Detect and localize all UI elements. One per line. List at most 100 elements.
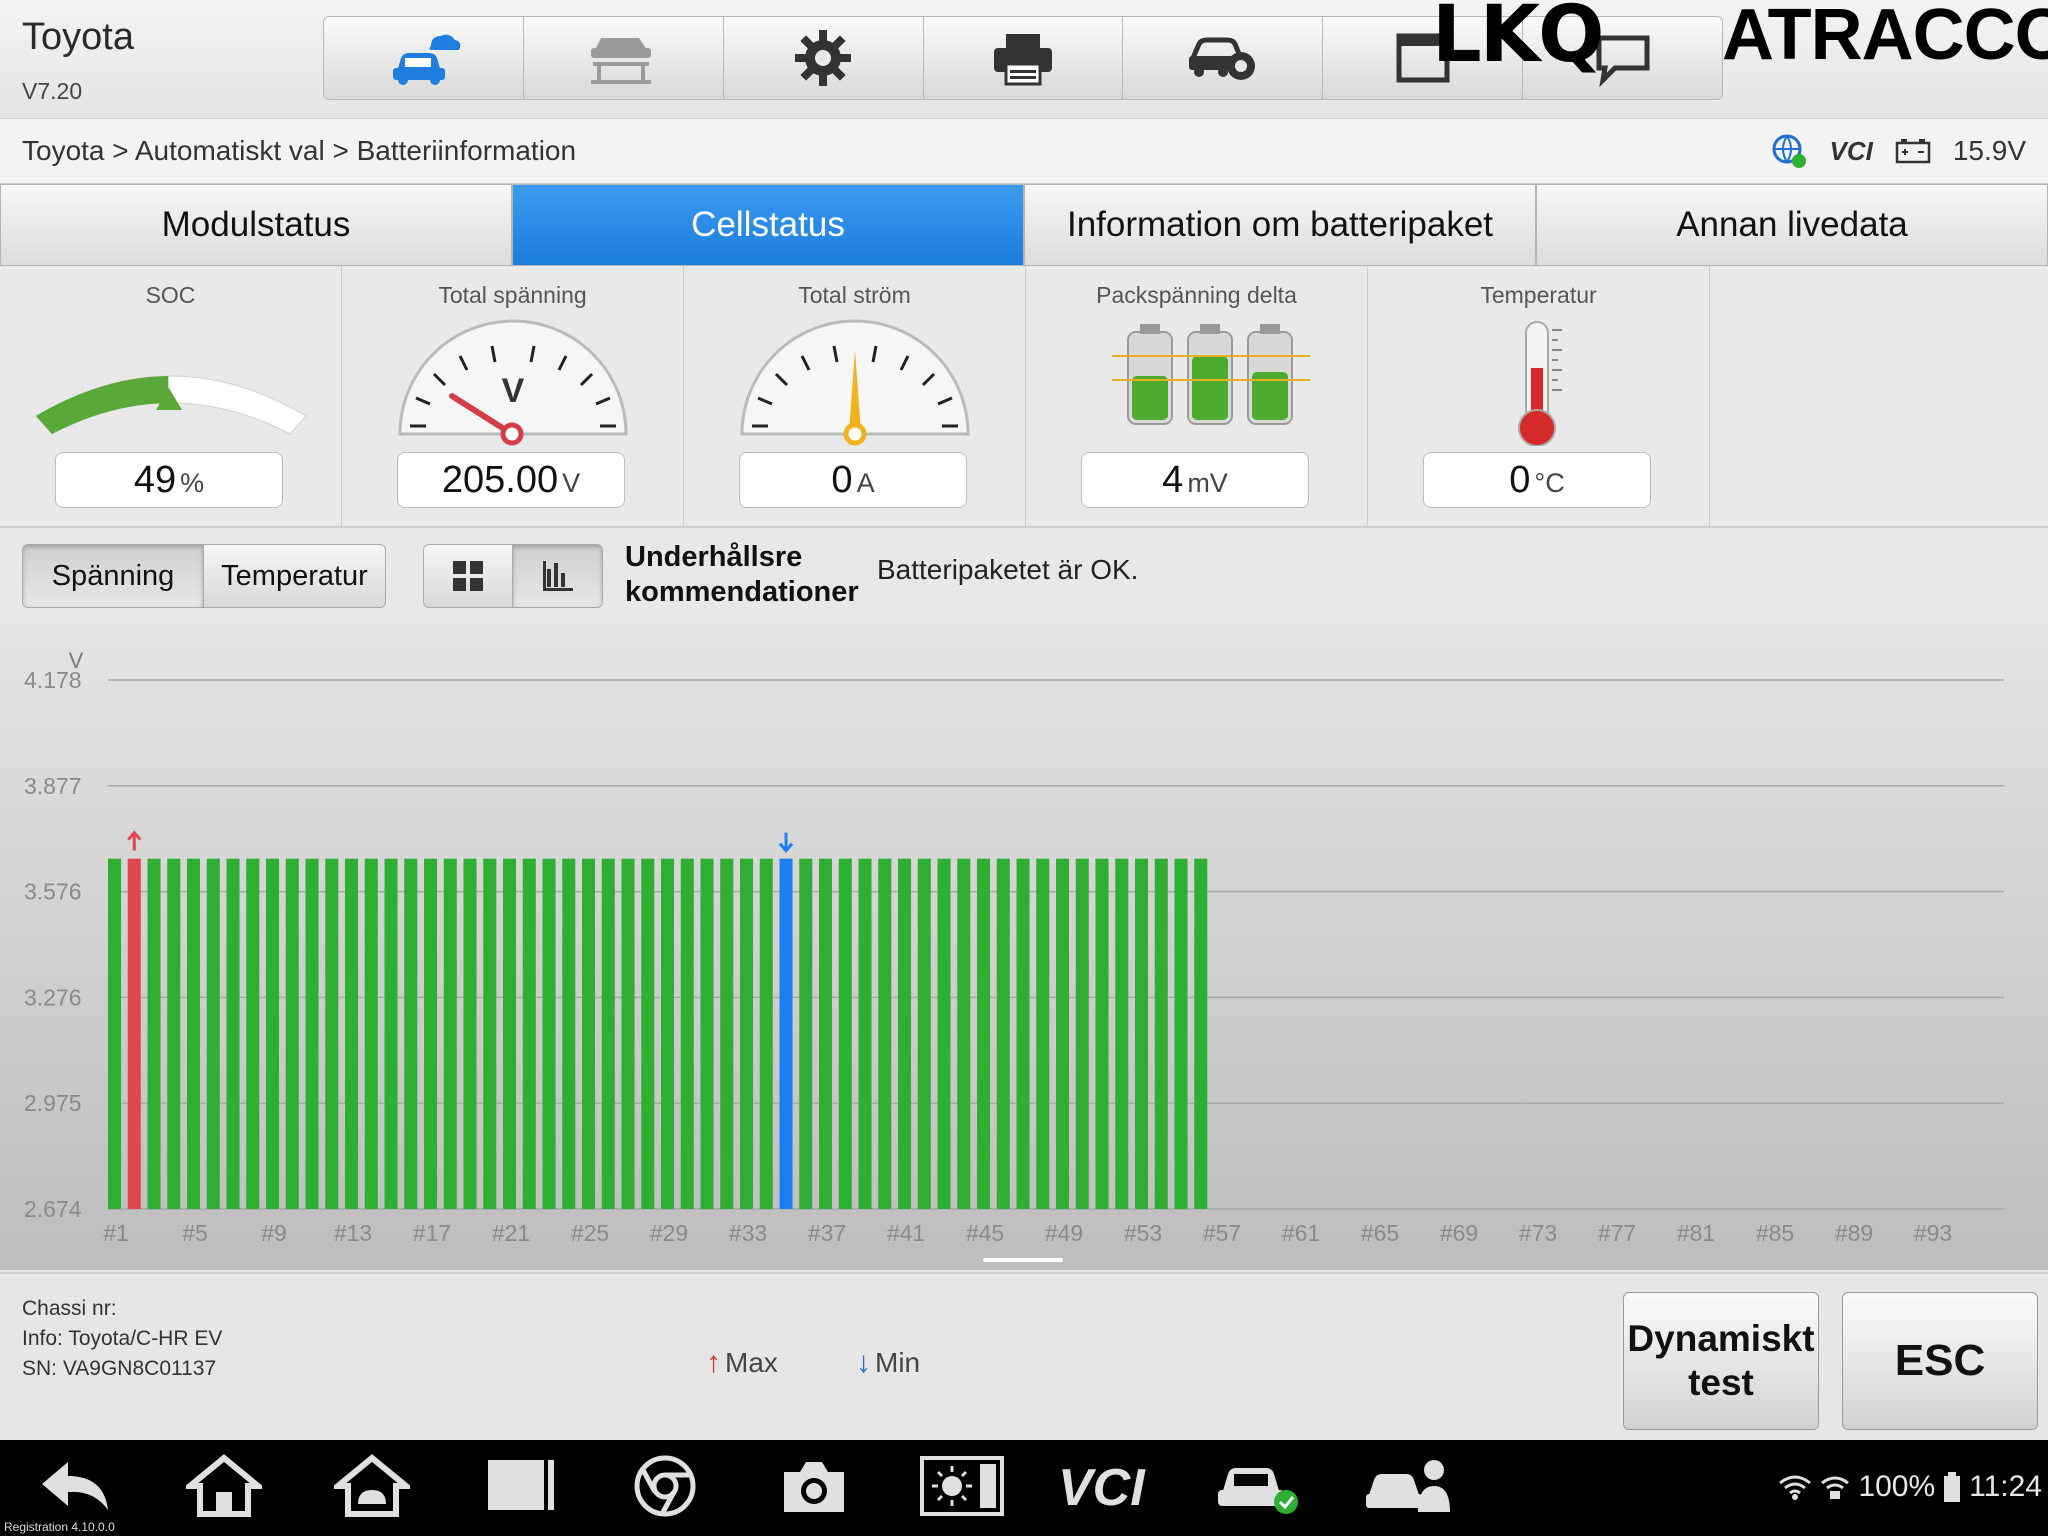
grid-view-button[interactable] [424, 545, 513, 607]
chassis-label: Chassi nr: [22, 1297, 117, 1320]
recent-apps-icon[interactable] [484, 1454, 560, 1518]
voltage-dial-letter: V [502, 372, 525, 410]
tab-modulstatus[interactable]: Modulstatus [0, 184, 512, 266]
tab-cellstatus[interactable]: Cellstatus [512, 184, 1024, 266]
x-tick-label: #53 [1124, 1220, 1162, 1246]
cell-voltage-plot: V4.1783.8773.5763.2762.9752.674#1 #5 #9 #13… [24, 648, 2004, 1246]
tab-battery-pack-info[interactable]: Information om batteripaket [1024, 184, 1536, 266]
back-icon[interactable] [38, 1454, 114, 1518]
pack-delta-unit: mV [1187, 468, 1228, 498]
cell-bar [700, 858, 714, 1209]
max-cell-arrow-icon [127, 830, 142, 851]
y-tick-label: 3.576 [24, 879, 82, 905]
serial-number: SN: VA9GN8C01137 [22, 1357, 217, 1380]
cell-bar [680, 858, 694, 1209]
settings-button[interactable] [724, 17, 924, 99]
current-dial [740, 319, 970, 446]
max-arrow-icon: ↑ [706, 1346, 721, 1379]
x-tick-label: #49 [1045, 1220, 1083, 1246]
browser-icon[interactable] [630, 1454, 700, 1518]
cell-bar [206, 858, 220, 1209]
total-voltage-gauge: Total spänning V 205.00 V [342, 266, 684, 528]
registration-version: Registration 4.10.0.0 [4, 1520, 115, 1534]
metric-toggle: Spänning Temperatur [22, 544, 386, 608]
home-icon[interactable] [186, 1454, 262, 1518]
cell-bar [917, 858, 931, 1209]
x-tick-label: #1 [103, 1220, 129, 1246]
x-tick-label: #45 [966, 1220, 1004, 1246]
car-technician-icon[interactable] [1364, 1454, 1454, 1518]
x-tick-label: #37 [808, 1220, 846, 1246]
cell-bar [187, 858, 201, 1209]
x-tick-label: #5 [182, 1220, 208, 1246]
printer-icon [994, 34, 1052, 86]
cell-bar [108, 858, 122, 1209]
esc-button[interactable]: ESC [1842, 1292, 2038, 1430]
battery-icon [1895, 139, 1931, 164]
total-voltage-unit: V [562, 468, 581, 498]
connection-status: VCI 15.9V [1771, 133, 2026, 169]
gear-icon [795, 30, 852, 86]
app-title: Toyota [22, 16, 134, 58]
x-tick-label: #85 [1756, 1220, 1794, 1246]
cell-bar-max [127, 858, 141, 1209]
temperature-toggle-button[interactable]: Temperatur [204, 545, 385, 607]
legend-min: ↓ Min [856, 1346, 921, 1379]
cell-bar [404, 858, 418, 1209]
print-button[interactable] [924, 17, 1124, 99]
cell-bar [1016, 858, 1030, 1209]
camera-icon[interactable] [778, 1454, 850, 1518]
vehicle-lift-button[interactable] [524, 17, 724, 99]
tab-bar: Modulstatus Cellstatus Information om ba… [0, 184, 2048, 266]
battery-percentage: 100% [1858, 1470, 1936, 1503]
display-brightness-icon[interactable] [920, 1454, 1004, 1518]
y-tick-label: 4.178 [24, 667, 82, 693]
cell-bar [542, 858, 556, 1209]
vehicle-lift-icon [591, 38, 652, 84]
vehicle-info: Chassi nr: Info: Toyota/C-HR EV SN: VA9G… [22, 1294, 222, 1384]
cell-bar [325, 858, 339, 1209]
total-current-value-box: 0 A [739, 452, 967, 508]
cell-bar [1135, 858, 1149, 1209]
car-check-icon[interactable] [1214, 1454, 1304, 1518]
bar-view-button[interactable] [513, 545, 602, 607]
cell-bar [996, 858, 1010, 1209]
voltage-toggle-button[interactable]: Spänning [23, 545, 204, 607]
temperature-value: 0 [1509, 459, 1531, 501]
soc-value: 49 [133, 459, 177, 501]
cell-bar [246, 858, 260, 1209]
cell-voltage-chart[interactable]: V 4.178 3.877 3.576 3.276 2.975 2.674 #1 #5 #9 #13… [0, 624, 2048, 1270]
page-indicator[interactable] [983, 1258, 1063, 1262]
remote-diagnostics-button[interactable] [324, 17, 524, 99]
total-current-unit: A [856, 468, 875, 498]
vci-wifi-icon [1821, 1476, 1850, 1499]
x-tick-label: #77 [1598, 1220, 1636, 1246]
android-home-icon[interactable] [334, 1454, 410, 1518]
cell-bar [147, 858, 161, 1209]
cell-bar [443, 858, 457, 1209]
x-tick-label: #41 [887, 1220, 925, 1246]
soc-title: SOC [145, 282, 196, 308]
dynamic-test-button[interactable]: Dynamiskt test [1623, 1292, 1819, 1430]
pack-delta-gauge: Packspänning delta 4 mV [1026, 266, 1368, 528]
x-tick-label: #81 [1677, 1220, 1715, 1246]
vehicle-info-button[interactable] [1123, 17, 1324, 99]
vci-manager-icon[interactable]: VCI [1058, 1458, 1145, 1518]
soc-gauge: SOC 49 % [0, 266, 342, 528]
cell-bar [1075, 858, 1089, 1209]
x-tick-label: #69 [1440, 1220, 1478, 1246]
clock: 11:24 [1969, 1470, 2042, 1503]
cell-bar [1154, 858, 1168, 1209]
soc-unit: % [180, 468, 205, 498]
system-status: 100% 11:24 [1778, 1470, 2042, 1504]
battery-full-icon [1944, 1472, 1961, 1502]
cell-bar [522, 858, 536, 1209]
tab-other-live-data[interactable]: Annan livedata [1536, 184, 2048, 266]
grid-view-icon [453, 561, 483, 591]
cell-bar [424, 858, 438, 1209]
total-voltage-value: 205.00 [441, 459, 559, 501]
x-tick-label: #93 [1914, 1220, 1952, 1246]
cell-bar [878, 858, 892, 1209]
globe-icon [1772, 134, 1807, 168]
x-tick-label: #25 [571, 1220, 609, 1246]
